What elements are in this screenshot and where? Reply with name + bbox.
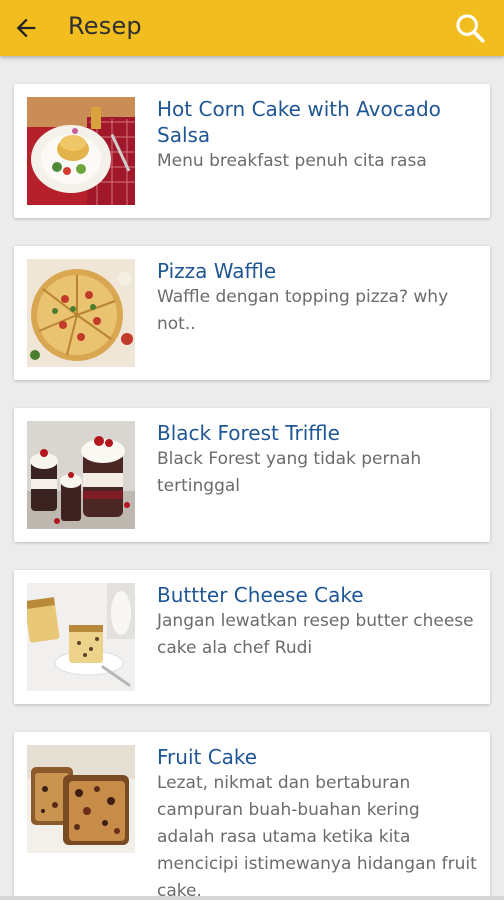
recipe-card[interactable]: Black Forest Triffle Black Forest yang t… [14,408,490,542]
arrow-back-icon [16,18,36,38]
recipe-description: Black Forest yang tidak pernah tertingga… [157,449,422,496]
bottom-edge [0,896,504,900]
recipe-image [27,583,135,691]
recipe-title: Pizza Waffle [157,259,277,283]
recipe-card[interactable]: Hot Corn Cake with Avocado Salsa Menu br… [14,84,490,218]
search-button[interactable] [450,8,490,48]
recipe-title: Buttter Cheese Cake [157,583,364,607]
recipe-image [27,421,135,529]
recipe-description: Menu breakfast penuh cita rasa [157,151,427,171]
search-icon [456,14,485,43]
recipe-image [27,97,135,205]
recipe-card[interactable]: Pizza Waffle Waffle dengan topping pizza… [14,246,490,380]
recipe-description: Lezat, nikmat dan bertaburan campuran bu… [157,773,477,900]
app-bar: Resep [0,0,504,56]
recipe-description: Jangan lewatkan resep butter cheese cake… [157,611,474,658]
recipe-image [27,259,135,367]
recipe-description: Waffle dengan topping pizza? why not.. [157,287,449,334]
recipe-card[interactable]: Buttter Cheese Cake Jangan lewatkan rese… [14,570,490,704]
recipe-image [27,745,135,853]
recipe-list[interactable]: Hot Corn Cake with Avocado Salsa Menu br… [0,56,504,900]
recipe-title: Fruit Cake [157,745,258,769]
back-button[interactable] [6,8,46,48]
recipe-title: Black Forest Triffle [157,421,340,445]
recipe-title: Hot Corn Cake with Avocado Salsa [157,97,441,147]
page-title: Resep [68,12,142,40]
recipe-card[interactable]: Fruit Cake Lezat, nikmat dan bertaburan … [14,732,490,900]
